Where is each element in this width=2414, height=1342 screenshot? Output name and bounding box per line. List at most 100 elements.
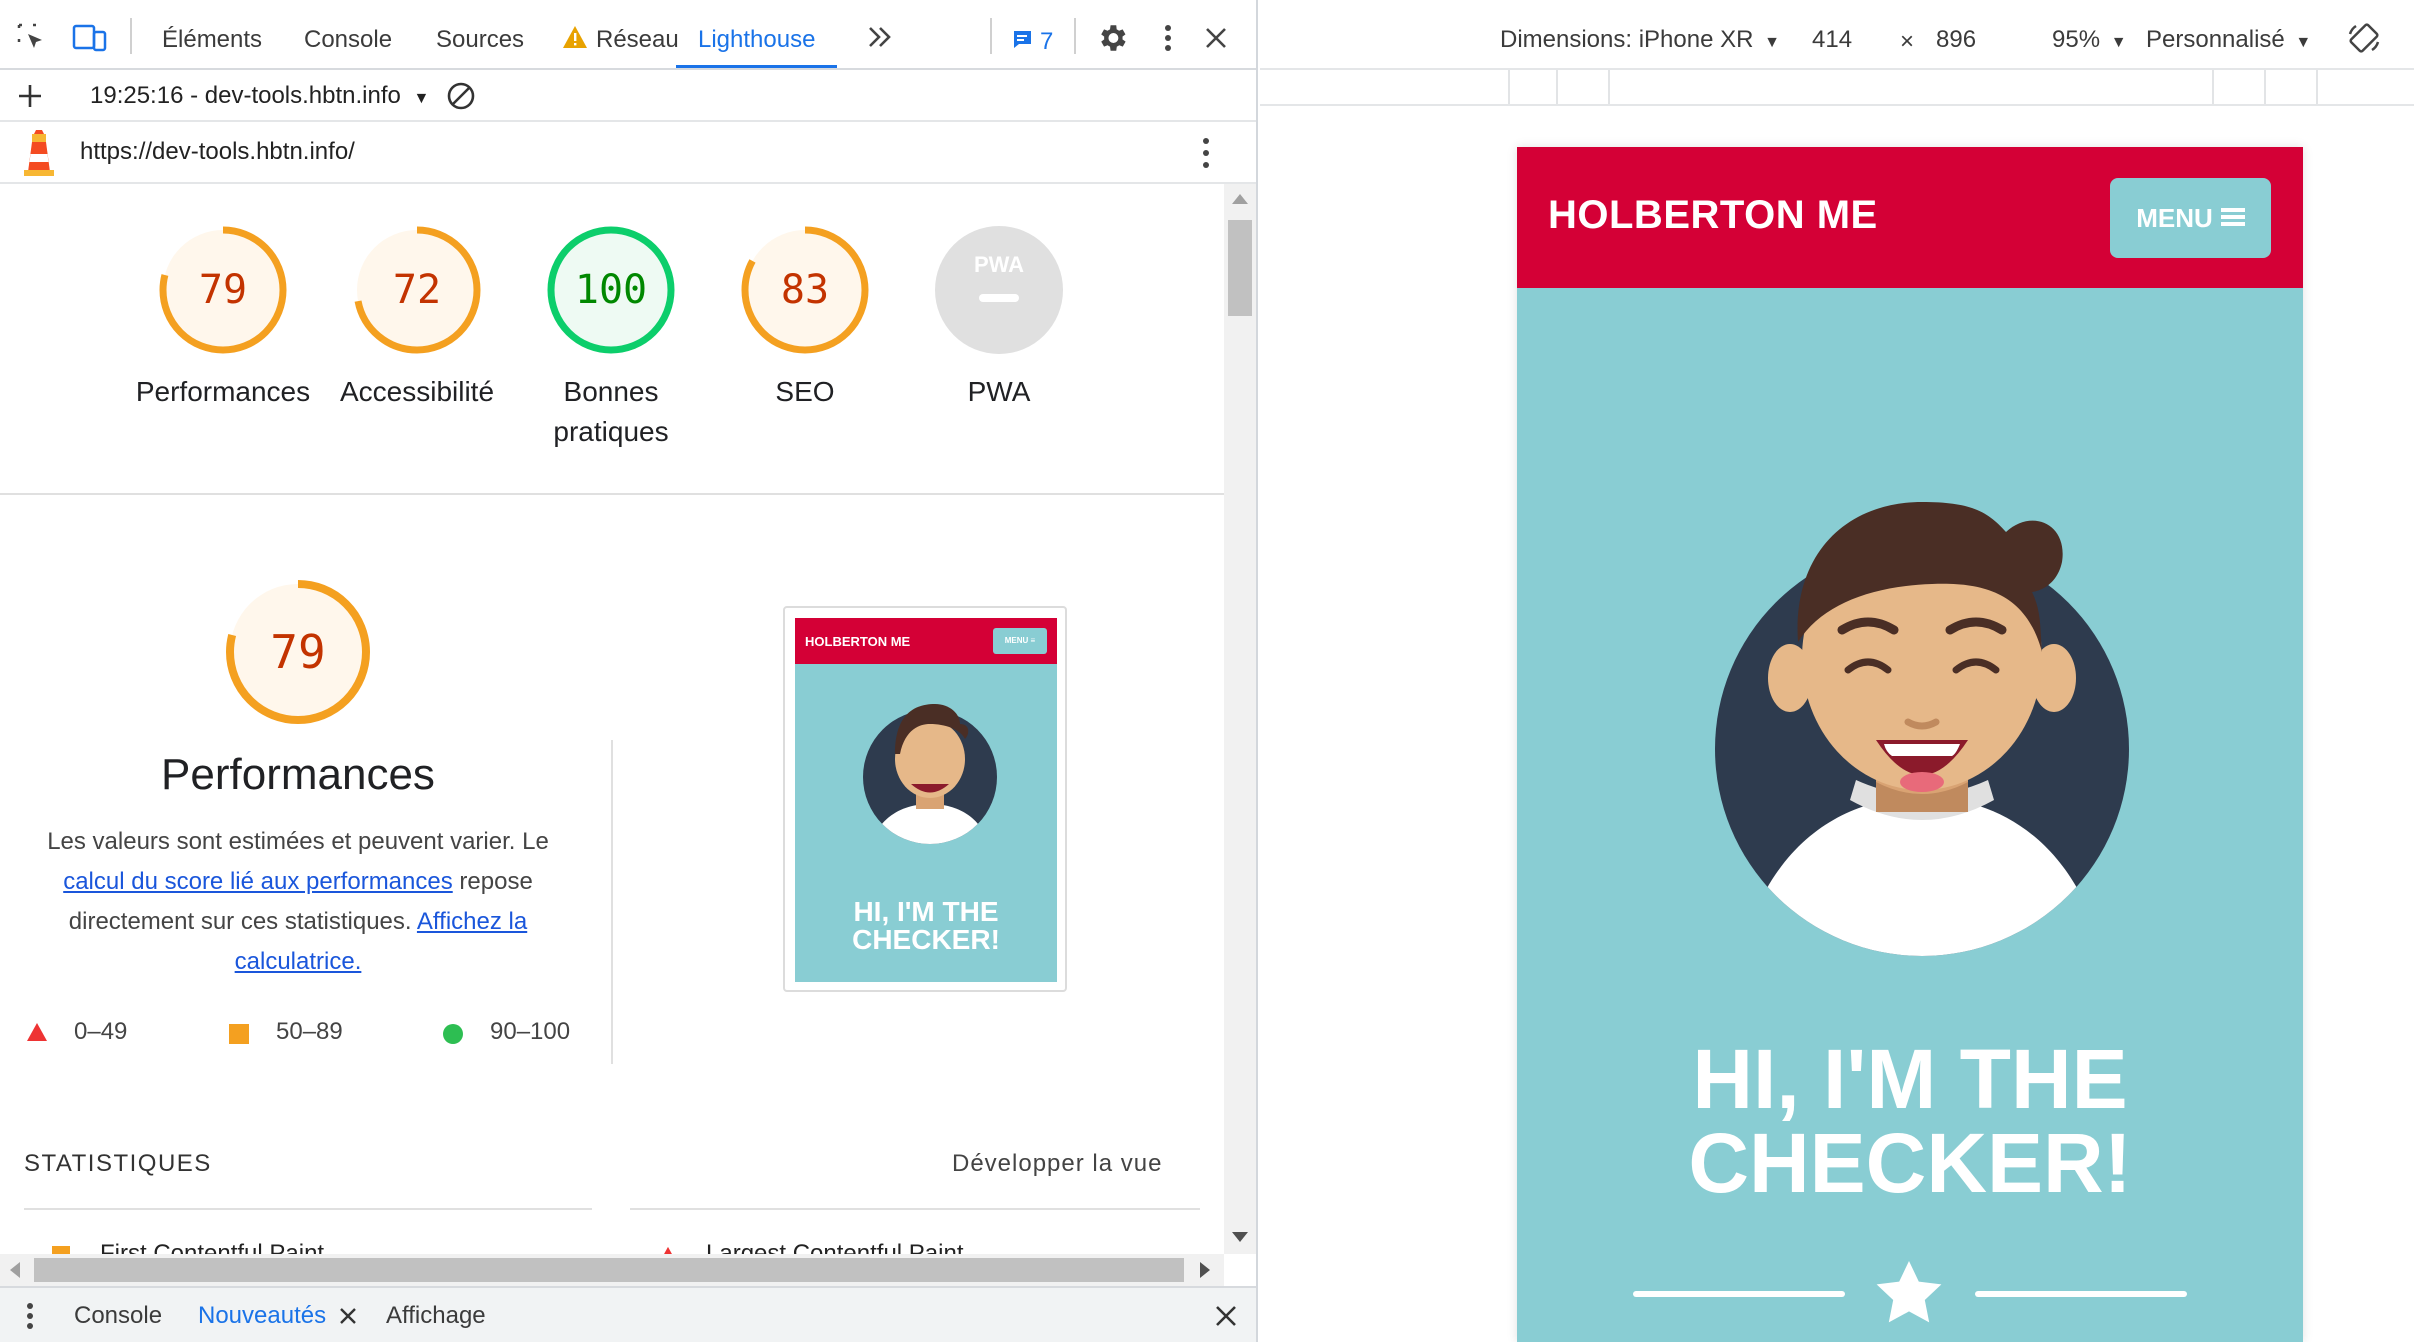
- drawer-tab-rendering[interactable]: Affichage: [386, 1288, 486, 1342]
- scroll-left-arrow-icon[interactable]: [10, 1262, 20, 1278]
- report-select[interactable]: 19:25:16 - dev-tools.hbtn.info ▼: [90, 82, 429, 110]
- score-value: 100: [574, 267, 648, 313]
- issues-count[interactable]: 7: [1040, 28, 1053, 56]
- more-vertical-icon[interactable]: [1156, 22, 1180, 54]
- drawer-tab-whats-new[interactable]: Nouveautés: [198, 1288, 326, 1342]
- ruler-tick: [1556, 70, 1558, 104]
- score-gauge-best-practices[interactable]: 100: [545, 224, 677, 356]
- warning-icon: [562, 24, 588, 50]
- drawer-tab-console[interactable]: Console: [74, 1288, 162, 1342]
- report-menu-vertical-icon[interactable]: [1194, 136, 1218, 170]
- new-report-plus-icon[interactable]: [14, 80, 46, 112]
- expand-view-button[interactable]: Développer la vue: [952, 1150, 1162, 1178]
- close-devtools-icon[interactable]: [1200, 22, 1232, 54]
- width-input[interactable]: 414: [1812, 26, 1852, 54]
- calculator-link-cont[interactable]: calculatrice.: [235, 948, 362, 975]
- clear-block-icon[interactable]: [444, 79, 478, 113]
- star-icon: [1875, 1259, 1943, 1330]
- legend-average-label: 50–89: [276, 1018, 343, 1045]
- tab-network[interactable]: Réseau: [596, 0, 679, 68]
- scrollbar-thumb[interactable]: [34, 1258, 1184, 1282]
- device-select[interactable]: Dimensions: iPhone XR ▼: [1500, 26, 1780, 54]
- hero-title: HI, I'M THE CHECKER!: [1517, 1037, 2303, 1205]
- score-value: 72: [392, 267, 442, 313]
- zoom-select[interactable]: 95% ▼: [2052, 26, 2127, 54]
- vertical-divider: [611, 740, 613, 1064]
- devtools-tab-bar: Éléments Console Sources Réseau Lighthou…: [0, 0, 1256, 70]
- tab-lighthouse[interactable]: Lighthouse: [676, 0, 838, 68]
- scrollbar-thumb[interactable]: [1228, 220, 1252, 316]
- tab-elements[interactable]: Éléments: [162, 0, 262, 68]
- tab-separator: [130, 18, 132, 54]
- height-input[interactable]: 896: [1936, 26, 1976, 54]
- close-drawer-icon[interactable]: [1212, 1302, 1240, 1330]
- drawer-menu-vertical-icon[interactable]: [20, 1300, 40, 1332]
- report-url: https://dev-tools.hbtn.info/: [80, 138, 355, 165]
- chevron-down-icon: ▼: [2295, 34, 2312, 51]
- perf-desc-text: directement sur ces statistiques.: [68, 908, 412, 935]
- vertical-scrollbar[interactable]: [1224, 184, 1256, 1254]
- divider-line-right: [1975, 1291, 2187, 1297]
- score-value: 83: [780, 267, 830, 313]
- tab-sources[interactable]: Sources: [436, 0, 524, 68]
- perf-gauge-large: 79: [224, 578, 372, 726]
- perf-desc-text: repose: [459, 868, 533, 895]
- scroll-up-arrow-icon[interactable]: [1232, 194, 1248, 204]
- devtools-panel: Éléments Console Sources Réseau Lighthou…: [0, 0, 1258, 1342]
- metric-lcp-label: Largest Contentful Paint: [706, 1240, 964, 1254]
- thumb-menu: MENU ≡: [993, 628, 1047, 654]
- score-label: Bonnes pratiques: [553, 376, 669, 447]
- bottom-drawer: Console Nouveautés Affichage: [0, 1286, 1256, 1342]
- close-tab-icon[interactable]: [336, 1304, 360, 1328]
- pass-circle-icon: [443, 1024, 463, 1044]
- score-gauge-accessibility[interactable]: 72: [351, 224, 483, 356]
- thumb-avatar-illustration: [863, 704, 997, 844]
- score-gauge-performance[interactable]: 79: [157, 224, 289, 356]
- ruler-tick: [1508, 70, 1510, 104]
- horizontal-scrollbar[interactable]: [0, 1254, 1224, 1286]
- site-header: HOLBERTON ME MENU: [1517, 147, 2303, 288]
- site-brand[interactable]: HOLBERTON ME: [1548, 193, 1878, 238]
- score-gauge-seo[interactable]: 83: [739, 224, 871, 356]
- chevron-down-icon: ▼: [1764, 34, 1780, 51]
- throttle-select-label: Personnalisé: [2146, 26, 2285, 53]
- ruler-tick: [2212, 70, 2214, 104]
- tab-separator: [990, 18, 992, 54]
- thumb-page: HOLBERTON ME MENU ≡ HI, I'M THE CHECKER!: [795, 618, 1057, 982]
- score-label: Performances: [135, 376, 311, 407]
- device-toggle-icon[interactable]: [70, 20, 110, 56]
- lighthouse-report: 79 Performances 72 Accessibilité 100 Bon…: [0, 184, 1224, 1254]
- final-screenshot-thumbnail[interactable]: HOLBERTON ME MENU ≡ HI, I'M THE CHECKER!: [783, 606, 1067, 992]
- device-toolbar: Dimensions: iPhone XR ▼ 414 × 896 95% ▼ …: [1260, 0, 2414, 70]
- tab-console[interactable]: Console: [304, 0, 392, 68]
- scroll-down-arrow-icon[interactable]: [1232, 1232, 1248, 1242]
- scroll-right-arrow-icon[interactable]: [1200, 1262, 1210, 1278]
- menu-button[interactable]: MENU: [2110, 178, 2271, 258]
- hero-title-line: HI, I'M THE: [1692, 1032, 2128, 1126]
- rotate-device-icon[interactable]: [2344, 18, 2384, 58]
- score-calc-link[interactable]: calcul du score lié aux performances: [63, 868, 453, 895]
- thumb-title-line: CHECKER!: [852, 924, 1000, 955]
- score-gauge-pwa[interactable]: PWA: [933, 224, 1065, 356]
- inspect-element-icon[interactable]: [14, 20, 50, 56]
- score-label: SEO: [775, 376, 835, 407]
- thumb-title-line: HI, I'M THE: [853, 896, 999, 927]
- zoom-select-label: 95%: [2052, 26, 2101, 53]
- calculator-link[interactable]: Affichez la: [417, 908, 527, 935]
- chevron-double-right-icon[interactable]: [864, 22, 896, 52]
- issues-icon[interactable]: [1010, 28, 1034, 52]
- section-divider: [0, 493, 1224, 495]
- tab-separator: [1074, 18, 1076, 54]
- ruler-tick: [2316, 70, 2318, 104]
- settings-gear-icon[interactable]: [1094, 20, 1130, 56]
- lighthouse-logo-icon: [22, 130, 56, 176]
- report-select-label: 19:25:16 - dev-tools.hbtn.info: [90, 82, 401, 109]
- stats-divider: [630, 1208, 1200, 1210]
- chevron-down-icon: ▼: [413, 90, 430, 107]
- throttle-select[interactable]: Personnalisé ▼: [2146, 26, 2311, 54]
- stats-divider: [24, 1208, 592, 1210]
- report-url-bar: https://dev-tools.hbtn.info/: [0, 122, 1256, 184]
- thumb-title: HI, I'M THE CHECKER!: [795, 898, 1057, 954]
- fail-triangle-icon: [658, 1246, 678, 1254]
- score-label: PWA: [967, 376, 1031, 407]
